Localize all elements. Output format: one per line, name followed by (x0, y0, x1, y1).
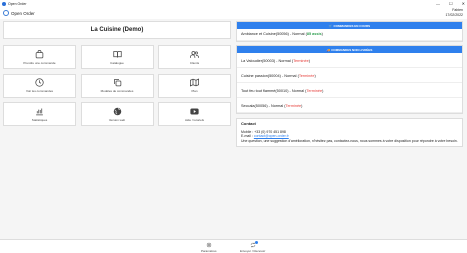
order-name: Cuisine passion(50004) - Normal (241, 74, 297, 78)
restaurant-title: La Cuisine (Demo) (3, 21, 231, 39)
order-row[interactable]: Seccala(50056) - Normal (Terminée) (237, 98, 462, 113)
minimize-button[interactable]: — (436, 0, 440, 7)
window-title: Open Order (8, 1, 27, 6)
order-status: Terminée (306, 89, 323, 93)
menu-grid: Prendre une commande Catalogue Clients V… (3, 45, 231, 126)
tile-web-version[interactable]: Version web (80, 102, 154, 126)
tile-take-order[interactable]: Prendre une commande (3, 45, 76, 69)
user-info: Fabien 17/02/2022 (445, 8, 463, 17)
undelivered-orders-panel: 🚚 COMMANDES NON LIVRÉES La Valoudier(500… (236, 45, 463, 114)
bar-chart-icon (35, 107, 44, 116)
tile-label: Modèles de commandes (100, 89, 134, 93)
gear-icon (206, 242, 212, 249)
clock-icon (35, 78, 44, 87)
contact-panel: Contact Mobile : +33 (0) 970 451 898 E-m… (236, 118, 463, 147)
tile-catalogue[interactable]: Catalogue (80, 45, 154, 69)
order-status: 85 assis (306, 32, 322, 36)
tile-view-orders[interactable]: Voir les commandes (3, 73, 76, 98)
sync-label: Envoyer / Recevoir (240, 249, 266, 253)
contact-email-link[interactable]: contact@open-order.fr (254, 134, 289, 138)
order-name: Ambiance et Cuisine(50056) - Normal (241, 32, 305, 36)
order-row[interactable]: Cuisine passion(50004) - Normal (Terminé… (237, 68, 462, 83)
contact-email-label: E-mail : (241, 134, 253, 138)
tile-help[interactable]: Aide / tutoriels (158, 102, 231, 126)
bottom-nav: Paramètres Envoyer / Recevoir (0, 239, 467, 253)
tile-statistics[interactable]: Statistiques (3, 102, 76, 126)
tile-order-templates[interactable]: Modèles de commandes (80, 73, 154, 98)
settings-label: Paramètres (201, 249, 217, 253)
order-status: Terminée (298, 74, 315, 78)
contact-note: Une question, une suggestion d'améliorat… (241, 138, 458, 143)
tile-clients[interactable]: Clients (158, 45, 231, 69)
tile-label: Plan (191, 89, 198, 93)
users-icon (190, 50, 199, 59)
sync-icon (250, 241, 258, 249)
globe-icon (113, 107, 122, 116)
tile-label: Catalogue (110, 60, 124, 65)
app-header: Open Order Fabien 17/02/2022 (0, 7, 467, 19)
contact-title: Contact (241, 121, 256, 126)
order-status: Terminée (293, 59, 309, 63)
close-button[interactable]: ✕ (462, 0, 465, 7)
tile-label: Voir les commandes (25, 89, 53, 93)
sync-badge (254, 241, 258, 244)
tile-plan[interactable]: Plan (158, 73, 231, 98)
order-name: Seccala(50056) - Normal (241, 104, 284, 108)
map-icon (190, 78, 199, 87)
current-orders-panel: 🛒 COMMANDES EN COURS Ambiance et Cuisine… (236, 21, 463, 42)
shopping-bag-icon (35, 49, 44, 59)
tile-label: Version web (108, 117, 126, 122)
app-name: Open Order (11, 10, 35, 16)
maximize-button[interactable]: ☐ (449, 0, 453, 7)
order-row[interactable]: Tout feu tout flammé(50010) - Normal (Te… (237, 83, 462, 98)
current-date: 17/02/2022 (445, 12, 463, 17)
app-icon (2, 1, 6, 6)
tile-label: Aide / tutoriels (184, 117, 204, 122)
window-titlebar: Open Order — ☐ ✕ (0, 0, 467, 7)
logo-icon (3, 10, 9, 16)
copy-icon (113, 78, 122, 87)
order-row[interactable]: Ambiance et Cuisine(50056) - Normal (85 … (237, 29, 462, 41)
sync-button[interactable]: Envoyer / Recevoir (240, 241, 266, 253)
tile-label: Clients (189, 60, 200, 65)
order-name: La Valoudier(50003) - Normal (241, 59, 291, 63)
undelivered-orders-header: 🚚 COMMANDES NON LIVRÉES (237, 46, 462, 53)
book-icon (112, 50, 122, 59)
order-row[interactable]: La Valoudier(50003) - Normal (Terminée) (237, 53, 462, 68)
order-name: Tout feu tout flammé(50010) - Normal (241, 89, 305, 93)
youtube-icon (190, 107, 199, 116)
settings-button[interactable]: Paramètres (201, 242, 217, 253)
tile-label: Prendre une commande (23, 60, 56, 65)
current-orders-header: 🛒 COMMANDES EN COURS (237, 22, 462, 29)
order-status: Terminée (285, 104, 302, 108)
tile-label: Statistiques (31, 117, 48, 122)
